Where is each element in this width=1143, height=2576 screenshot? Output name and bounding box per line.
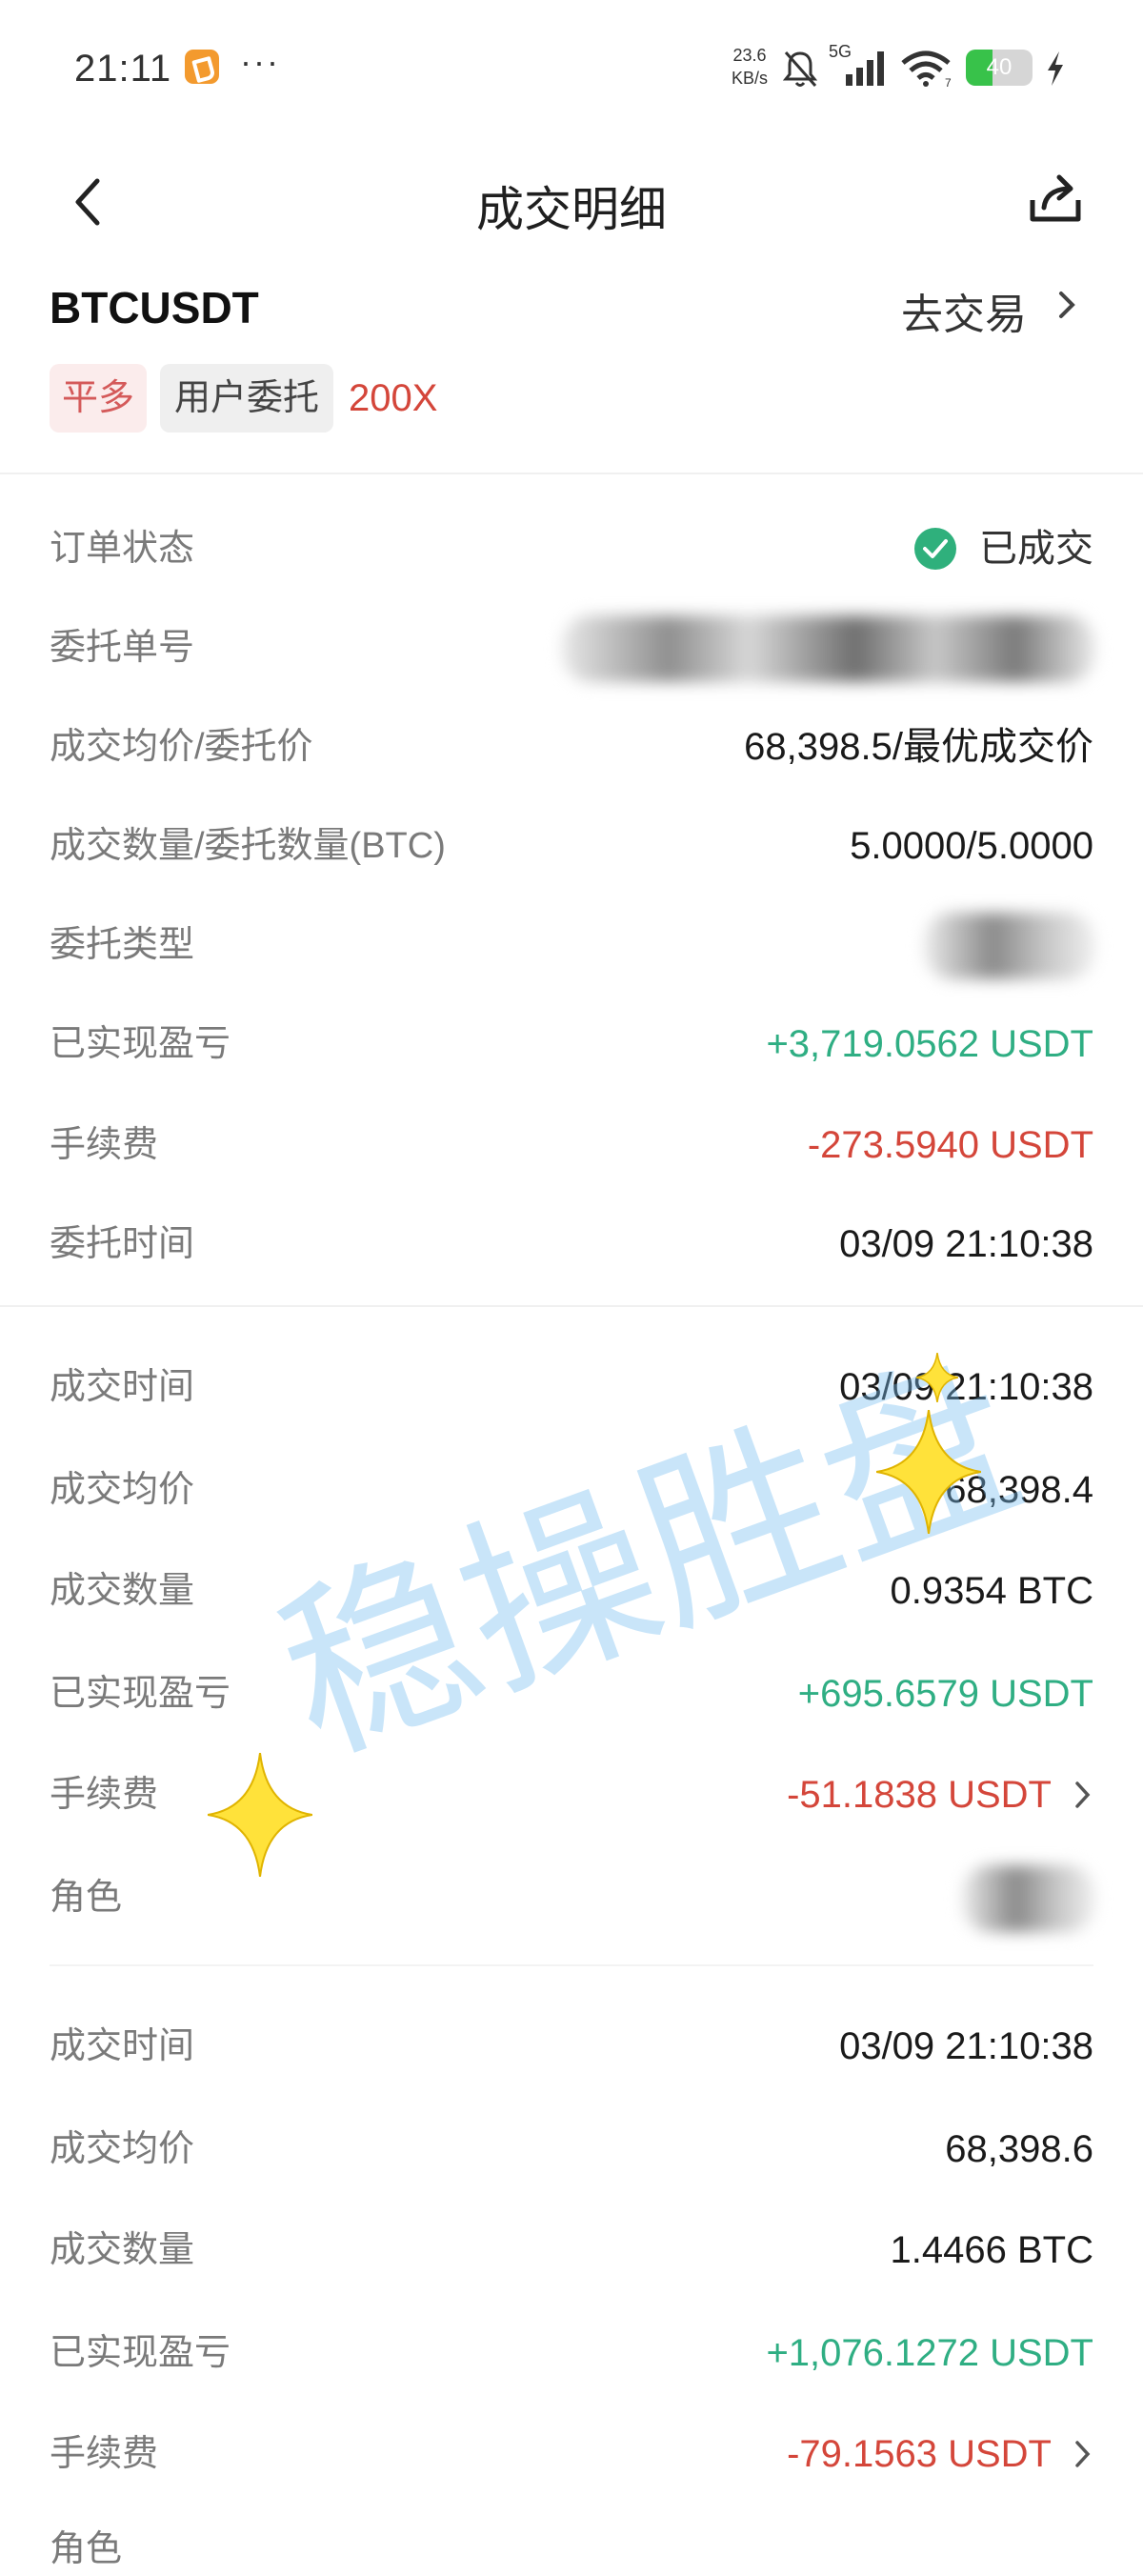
bell-muted-icon	[782, 51, 818, 87]
fee-value: -273.5940 USDT	[807, 1124, 1093, 1166]
fill-fee-value[interactable]: -51.1838 USDT	[787, 1768, 1052, 1821]
fill-role-label: 角色	[50, 2529, 123, 2569]
chevron-right-icon[interactable]	[1053, 286, 1080, 324]
fill-qty-value: 1.4466 BTC	[890, 2229, 1093, 2271]
fill-pnl-value: +695.6579 USDT	[797, 1673, 1093, 1715]
fill-pnl-value: +1,076.1272 USDT	[766, 2332, 1093, 2374]
wifi-icon: 7	[901, 50, 952, 88]
symbol-title: BTCUSDT	[50, 283, 259, 332]
direction-tag: 平多	[50, 364, 147, 433]
fill-time-value: 03/09 21:10:38	[839, 1366, 1093, 1408]
order-time-value: 03/09 21:10:38	[839, 1223, 1093, 1265]
fill-fee-label: 手续费	[50, 1775, 159, 1815]
section-divider	[0, 473, 1143, 474]
fill-role-label: 角色	[50, 1878, 123, 1918]
chevron-right-icon[interactable]	[1073, 1778, 1093, 1812]
network-speed-value: 23.6	[732, 46, 767, 65]
order-status-value: 已成交	[979, 528, 1093, 570]
fill-pnl-label: 已实现盈亏	[50, 2333, 231, 2373]
fill-qty-label: 成交数量	[50, 2230, 195, 2270]
network-speed: 23.6 KB/s	[732, 44, 768, 90]
order-source-tag: 用户委托	[160, 364, 333, 433]
sparkle-icon	[916, 1353, 958, 1402]
fill-divider	[50, 1964, 1093, 1966]
status-bar: 21:11 ··· 23.6 KB/s 5G 7 40	[0, 0, 1143, 143]
signal-icon	[846, 51, 884, 86]
fill-pnl-label: 已实现盈亏	[50, 1674, 231, 1714]
order-id-label: 委托单号	[50, 628, 195, 668]
order-id-redacted	[562, 615, 1095, 682]
order-time-label: 委托时间	[50, 1224, 195, 1264]
check-circle-icon	[914, 528, 956, 570]
fill-qty-value: 0.9354 BTC	[890, 1570, 1093, 1612]
battery-level: 40	[986, 54, 1013, 80]
app-notification-icon	[185, 50, 219, 84]
avg-price-label: 成交均价/委托价	[50, 727, 313, 767]
more-notifications-icon: ···	[240, 42, 280, 81]
order-type-redacted	[924, 913, 1095, 979]
fill-price-label: 成交均价	[50, 1470, 195, 1510]
battery-icon: 40	[966, 50, 1033, 86]
share-icon[interactable]	[1025, 168, 1086, 229]
filled-qty-label: 成交数量/委托数量(BTC)	[50, 826, 446, 866]
fill-fee-value[interactable]: -79.1563 USDT	[787, 2427, 1052, 2481]
status-time: 21:11	[74, 48, 172, 90]
fill-qty-label: 成交数量	[50, 1571, 195, 1611]
leverage-badge: 200X	[349, 377, 438, 419]
fill-price-label: 成交均价	[50, 2129, 195, 2169]
wifi-badge: 7	[945, 76, 952, 88]
filled-qty-value: 5.0000/5.0000	[850, 825, 1093, 867]
sparkle-icon	[208, 1753, 312, 1877]
sparkle-icon	[876, 1410, 981, 1534]
fee-label: 手续费	[50, 1125, 159, 1165]
page-title: 成交明细	[476, 183, 667, 236]
network-speed-unit: KB/s	[732, 69, 769, 88]
fill-fee-label: 手续费	[50, 2434, 159, 2474]
realized-pnl-label: 已实现盈亏	[50, 1024, 231, 1064]
avg-price-value: 68,398.5/最优成交价	[744, 726, 1093, 768]
section-divider	[0, 1305, 1143, 1307]
fill-time-label: 成交时间	[50, 2026, 195, 2066]
order-type-label: 委托类型	[50, 925, 195, 965]
fill-role-redacted	[962, 1865, 1095, 1932]
fill-time-label: 成交时间	[50, 1367, 195, 1407]
charging-icon	[1048, 51, 1063, 86]
go-trade-link[interactable]: 去交易	[901, 280, 1027, 341]
realized-pnl-value: +3,719.0562 USDT	[766, 1023, 1093, 1065]
chevron-right-icon[interactable]	[1073, 2437, 1093, 2471]
fill-price-value: 68,398.6	[945, 2128, 1093, 2170]
fill-time-value: 03/09 21:10:38	[839, 2025, 1093, 2067]
order-status-label: 订单状态	[50, 529, 195, 569]
